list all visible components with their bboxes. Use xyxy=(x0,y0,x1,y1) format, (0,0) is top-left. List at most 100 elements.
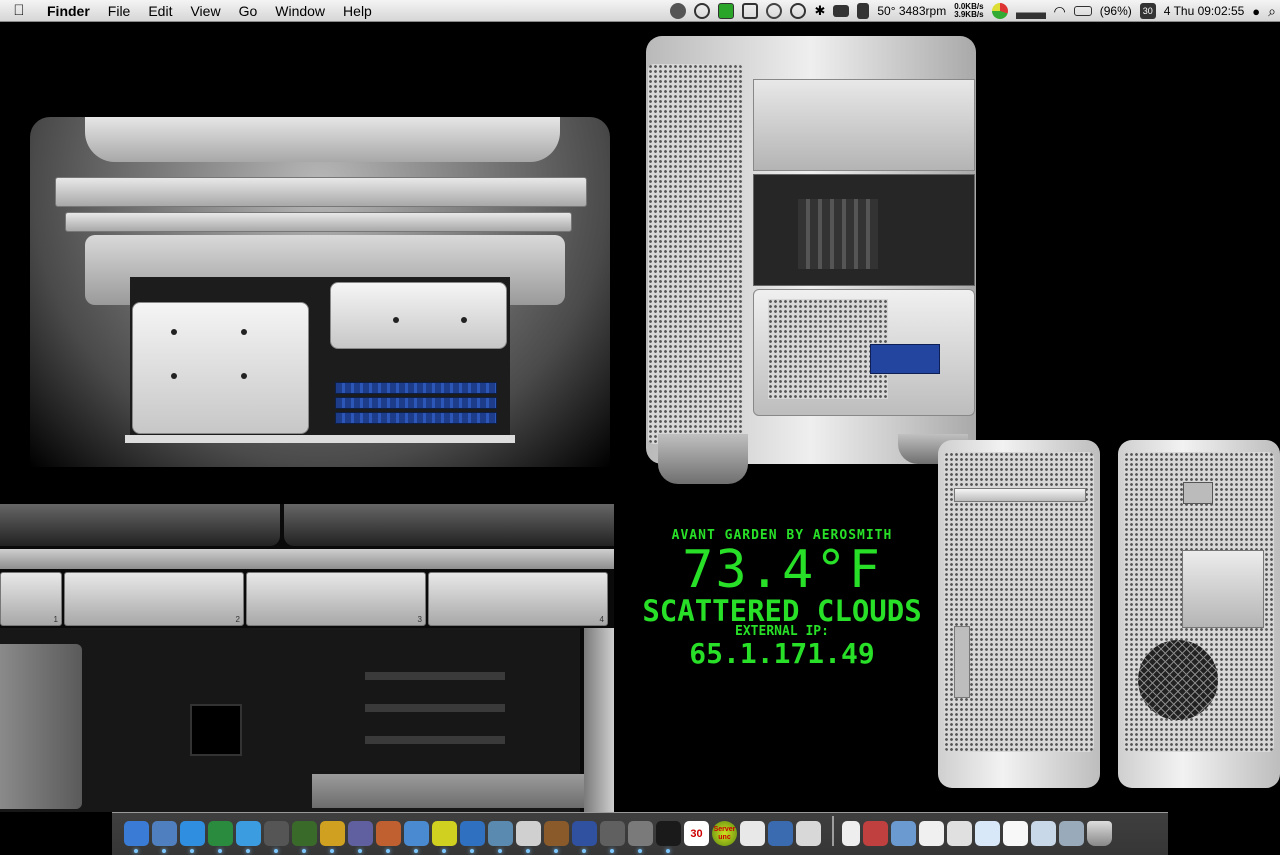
menu-window[interactable]: Window xyxy=(266,0,334,22)
sync-icon[interactable] xyxy=(694,3,711,19)
memory-icon[interactable] xyxy=(292,821,317,853)
cpu-graph-icon[interactable] xyxy=(1015,3,1046,19)
net-down: 3.9KB/s xyxy=(954,10,984,19)
bay-number: 3 xyxy=(417,615,422,624)
running-indicator xyxy=(218,849,222,853)
running-indicator xyxy=(274,849,278,853)
preview-icon[interactable] xyxy=(152,821,177,853)
drive-bay-3: 3 xyxy=(246,572,426,626)
running-indicator xyxy=(246,849,250,853)
mac-pro-interior-photo xyxy=(30,117,610,467)
mac-pro-tower-photo xyxy=(638,24,990,492)
ical-icon[interactable]: 30 xyxy=(684,821,709,846)
pen-icon[interactable] xyxy=(432,821,457,853)
menu-file[interactable]: File xyxy=(99,0,140,22)
dock-icons: 30 Server unc xyxy=(124,812,1115,853)
document-icon[interactable] xyxy=(947,821,972,846)
drive-bay-4: 4 xyxy=(428,572,608,626)
document-icon[interactable] xyxy=(1003,821,1028,846)
photo-browser-icon[interactable] xyxy=(768,821,793,846)
printer-icon[interactable] xyxy=(796,821,821,846)
trash-icon[interactable] xyxy=(1087,821,1112,846)
safari-icon[interactable] xyxy=(180,821,205,853)
coconut-icon[interactable] xyxy=(544,821,569,853)
screen-icon[interactable] xyxy=(833,5,850,17)
itunes-icon[interactable] xyxy=(236,821,261,853)
wallpaper: 1 2 3 4 xyxy=(0,22,1280,812)
mac-pro-back-photo xyxy=(1118,440,1280,788)
running-indicator xyxy=(386,849,390,853)
textedit-icon[interactable] xyxy=(740,821,765,846)
drive-bay-2: 2 xyxy=(64,572,244,626)
wifi-icon[interactable]: ◠ xyxy=(1054,3,1066,20)
cpu-pie-icon[interactable] xyxy=(991,3,1008,19)
running-indicator xyxy=(526,849,530,853)
script-icon[interactable] xyxy=(600,821,625,853)
running-indicator xyxy=(610,849,614,853)
books-stack-icon[interactable] xyxy=(863,821,888,846)
presentation-icon[interactable] xyxy=(376,821,401,853)
server-unc-icon[interactable]: Server unc xyxy=(712,821,737,846)
eject-icon[interactable] xyxy=(857,3,870,19)
terminal-icon[interactable] xyxy=(656,821,681,853)
palette-icon[interactable] xyxy=(766,3,783,19)
menu-help[interactable]: Help xyxy=(334,0,381,22)
user-icon[interactable]: ● xyxy=(1252,4,1260,19)
running-indicator xyxy=(666,849,670,853)
finder-icon[interactable] xyxy=(124,821,149,853)
running-indicator xyxy=(302,849,306,853)
gear-icon[interactable] xyxy=(628,821,653,853)
apple-menu-icon[interactable]:  xyxy=(0,2,38,19)
chart-icon[interactable] xyxy=(404,821,429,853)
bay-number: 1 xyxy=(53,615,58,624)
drive-bays-photo: 1 2 3 4 xyxy=(0,504,614,812)
running-indicator xyxy=(134,849,138,853)
processor-heatsink xyxy=(132,302,309,434)
running-indicator xyxy=(330,849,334,853)
bay-number: 2 xyxy=(235,615,240,624)
dock-separator xyxy=(832,816,834,846)
drive-bay-1: 1 xyxy=(0,572,62,626)
calendar-icon[interactable]: 30 xyxy=(1139,3,1156,19)
app-menu-finder[interactable]: Finder xyxy=(38,0,99,22)
running-indicator xyxy=(190,849,194,853)
desktop-info-widget: AVANT GARDEN BY AEROSMITH 73.4°F SCATTER… xyxy=(620,528,944,669)
running-indicator xyxy=(442,849,446,853)
network-rate[interactable]: 0.0KB/s 3.9KB/s xyxy=(954,3,983,19)
documents-stack-icon[interactable] xyxy=(919,821,944,846)
battery-percent[interactable]: (96%) xyxy=(1100,4,1132,18)
document-icon[interactable] xyxy=(842,821,860,846)
spotlight-search-icon[interactable]: ⌕ xyxy=(1268,3,1276,20)
folder-icon[interactable] xyxy=(891,821,916,846)
running-indicator xyxy=(638,849,642,853)
time-machine-icon[interactable] xyxy=(790,3,807,19)
document-icon[interactable] xyxy=(975,821,1000,846)
temp-fan-readout[interactable]: 50° 3483rpm xyxy=(877,4,946,18)
running-indicator xyxy=(498,849,502,853)
processor-heatsink xyxy=(330,282,507,349)
menu-edit[interactable]: Edit xyxy=(139,0,181,22)
fan-icon[interactable] xyxy=(264,821,289,853)
screen-icon[interactable] xyxy=(460,821,485,853)
menu-bar:  Finder File Edit View Go Window Help ✱… xyxy=(0,0,1280,22)
bbedit-icon[interactable] xyxy=(572,821,597,853)
menu-view[interactable]: View xyxy=(181,0,229,22)
quicksilver-icon[interactable] xyxy=(670,3,687,19)
brush-icon[interactable] xyxy=(348,821,373,853)
running-indicator xyxy=(582,849,586,853)
clock[interactable]: 4 Thu 09:02:55 xyxy=(1164,4,1245,18)
battery-icon[interactable] xyxy=(1073,6,1092,16)
external-ip-value: 65.1.171.49 xyxy=(689,637,875,670)
globe-icon[interactable] xyxy=(208,821,233,853)
photo-icon[interactable] xyxy=(488,821,513,853)
network-icon[interactable] xyxy=(320,821,345,853)
downloads-icon[interactable] xyxy=(1059,821,1084,846)
display-icon[interactable] xyxy=(742,3,759,19)
running-indicator xyxy=(162,849,166,853)
bluetooth-icon[interactable]: ✱ xyxy=(814,3,825,19)
capsule-icon[interactable] xyxy=(516,821,541,853)
mac-pro-front-photo xyxy=(938,440,1100,788)
activity-icon[interactable] xyxy=(718,3,735,19)
menu-go[interactable]: Go xyxy=(230,0,267,22)
screenshot-icon[interactable] xyxy=(1031,821,1056,846)
